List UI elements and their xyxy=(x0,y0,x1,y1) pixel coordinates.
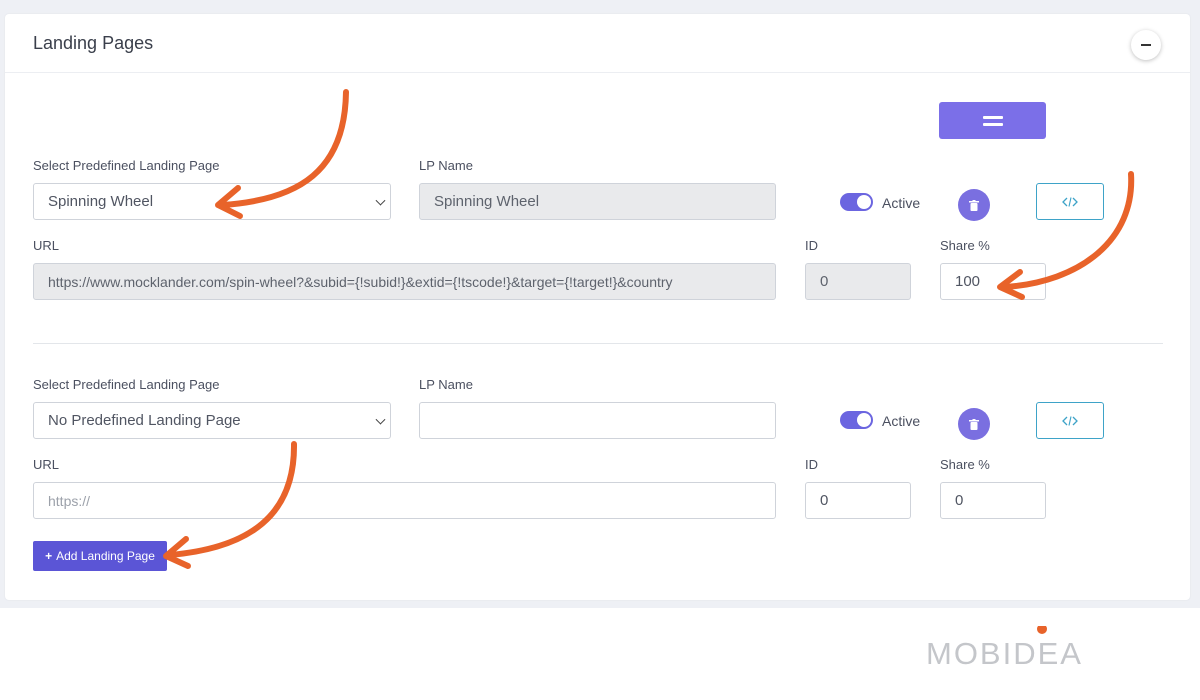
delete-button[interactable] xyxy=(958,189,990,221)
select-value: Spinning Wheel xyxy=(48,193,154,210)
id-input[interactable]: 0 xyxy=(805,482,911,519)
select-predefined-label: Select Predefined Landing Page xyxy=(33,377,220,392)
predefined-landing-page-select[interactable]: Spinning Wheel xyxy=(33,183,391,220)
trash-icon xyxy=(969,418,979,430)
toggle-knob xyxy=(857,195,871,209)
delete-button[interactable] xyxy=(958,408,990,440)
code-icon xyxy=(1062,415,1078,426)
id-label: ID xyxy=(805,457,818,472)
logo-text: MOBIDEA xyxy=(926,636,1083,666)
trash-icon xyxy=(969,199,979,211)
code-button[interactable] xyxy=(1036,402,1104,439)
select-value: No Predefined Landing Page xyxy=(48,412,241,429)
chevron-down-icon xyxy=(375,195,386,206)
logo-dot-icon xyxy=(1037,626,1047,634)
url-input[interactable]: https:// xyxy=(33,482,776,519)
share-label: Share % xyxy=(940,238,990,253)
url-label: URL xyxy=(33,238,60,253)
share-input[interactable]: 0 xyxy=(940,482,1046,519)
active-label: Active xyxy=(882,195,921,211)
card-title: Landing Pages xyxy=(33,33,154,53)
active-toggle[interactable] xyxy=(840,411,873,429)
toggle-knob xyxy=(857,413,871,427)
lp-name-input[interactable]: Spinning Wheel xyxy=(419,183,776,220)
code-button[interactable] xyxy=(1036,183,1104,220)
code-icon xyxy=(1062,196,1078,207)
predefined-landing-page-select[interactable]: No Predefined Landing Page xyxy=(33,402,391,439)
plus-icon: + xyxy=(45,549,53,563)
active-toggle[interactable] xyxy=(840,193,873,211)
mobidea-logo: MOBIDEA xyxy=(926,626,1083,666)
share-label: Share % xyxy=(940,457,990,472)
url-input[interactable]: https://www.mocklander.com/spin-wheel?&s… xyxy=(33,263,776,300)
drag-handle-icon xyxy=(982,115,1003,126)
select-predefined-label: Select Predefined Landing Page xyxy=(33,158,220,173)
reorder-button[interactable] xyxy=(939,102,1046,139)
add-landing-page-label: Add Landing Page xyxy=(56,549,155,563)
section-divider xyxy=(33,343,1163,344)
lp-name-input[interactable] xyxy=(419,402,776,439)
id-input[interactable]: 0 xyxy=(805,263,911,300)
url-label: URL xyxy=(33,457,60,472)
header-divider xyxy=(5,72,1190,73)
minus-icon xyxy=(1141,44,1151,46)
collapse-button[interactable] xyxy=(1131,30,1161,60)
lp-name-label: LP Name xyxy=(419,158,473,173)
add-landing-page-button[interactable]: + Add Landing Page xyxy=(33,541,167,571)
active-label: Active xyxy=(882,413,921,429)
share-input[interactable]: 100 xyxy=(940,263,1046,300)
chevron-down-icon xyxy=(375,414,386,425)
id-label: ID xyxy=(805,238,818,253)
lp-name-label: LP Name xyxy=(419,377,473,392)
